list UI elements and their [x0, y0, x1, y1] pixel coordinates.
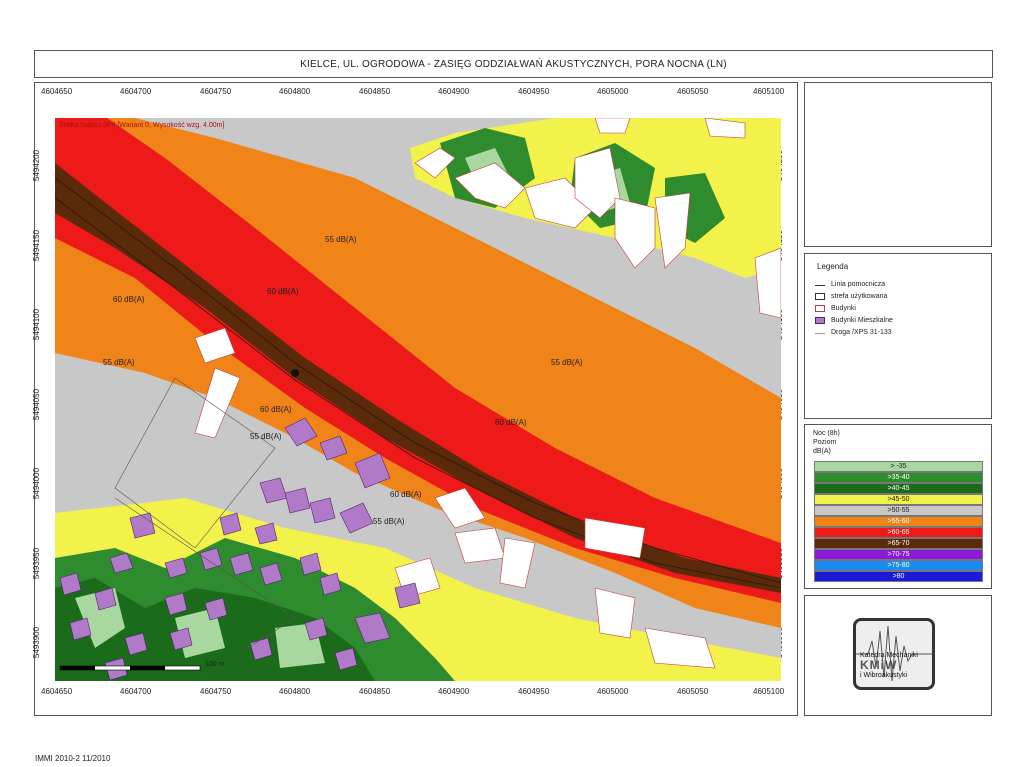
- legend-item: Budynki Mieszkalne: [815, 315, 991, 325]
- x-tick: 4604900: [438, 87, 470, 96]
- noise-map: [55, 118, 781, 681]
- x-tick: 4605000: [597, 687, 629, 696]
- legend-label: Linia pomocnicza: [831, 280, 886, 288]
- contour-label: 55 dB(A): [551, 358, 583, 367]
- x-tick: 4604850: [359, 87, 391, 96]
- x-tick: 4604900: [438, 687, 470, 696]
- legend-item: Budynki: [815, 303, 991, 313]
- scale-row: >45-50: [814, 494, 983, 505]
- y-tick: 5493900: [32, 626, 42, 659]
- scale-bar: [59, 665, 201, 671]
- road-icon: [815, 330, 825, 334]
- scale-row: >80: [814, 571, 983, 582]
- y-tick: 5494000: [32, 467, 42, 500]
- legend-label: strefa użytkowana: [831, 292, 888, 300]
- legend-panel: Legenda Linia pomocnicza strefa użytkowa…: [804, 253, 992, 419]
- receiver-point: [291, 369, 299, 377]
- contour-label: 55 dB(A): [250, 432, 282, 441]
- x-tick: 4605100: [753, 87, 785, 96]
- x-tick: 4604700: [120, 687, 152, 696]
- x-tick: 4605000: [597, 87, 629, 96]
- x-tick: 4604650: [41, 87, 73, 96]
- map-header-text: Siatka hałasu (8h) [Wariant 0, Wysokość …: [59, 122, 225, 129]
- legend-item: strefa użytkowana: [815, 291, 991, 301]
- kmiw-logo: Katedra Mechaniki KMiW i Wibroakustyki: [853, 618, 935, 690]
- map-frame: 4604650 4604700 4604750 4604800 4604850 …: [32, 82, 798, 716]
- scale-row: >40-45: [814, 483, 983, 494]
- scale-row: >55-60: [814, 516, 983, 527]
- contour-label: 60 dB(A): [390, 490, 422, 499]
- contour-label: 60 dB(A): [113, 295, 145, 304]
- contour-label: 60 dB(A): [495, 418, 527, 427]
- zone-icon: [815, 292, 825, 300]
- map-title: KIELCE, UL. OGRODOWA - ZASIĘG ODDZIAŁWAŃ…: [34, 50, 993, 78]
- y-tick: 5494150: [32, 229, 42, 262]
- legend-title: Legenda: [817, 262, 849, 271]
- scale-row: >60-65: [814, 527, 983, 538]
- noise-scale-panel: Noc (8h) Poziom dB(A) > -35 >35-40 >40-45 >…: [804, 424, 992, 589]
- x-tick: 4604800: [279, 87, 311, 96]
- y-tick: 5494100: [32, 308, 42, 341]
- scale-row: >75-80: [814, 560, 983, 571]
- scale-row: >70-75: [814, 549, 983, 560]
- x-tick: 4605050: [677, 87, 709, 96]
- logo-mark: KMiW: [860, 658, 898, 672]
- footer-text: IMMI 2010-2 11/2010: [35, 754, 111, 763]
- contour-label: 55 dB(A): [373, 517, 405, 526]
- scale-row: >35-40: [814, 472, 983, 483]
- x-tick: 4604950: [518, 87, 550, 96]
- contour-label: 55 dB(A): [103, 358, 135, 367]
- x-tick: 4604850: [359, 687, 391, 696]
- logo-line2: i Wibroakustyki: [860, 672, 908, 679]
- y-tick: 5494200: [32, 149, 42, 182]
- legend-item: Linia pomocnicza: [815, 279, 991, 289]
- scale-title: Poziom: [813, 439, 837, 446]
- x-tick: 4604950: [518, 687, 550, 696]
- scale-title: Noc (8h): [813, 430, 840, 437]
- contour-label: 55 dB(A): [325, 235, 357, 244]
- x-tick: 4604750: [200, 87, 232, 96]
- legend-item: Droga /XPS 31-133: [815, 327, 991, 337]
- x-tick: 4604800: [279, 687, 311, 696]
- scale-row: > -35: [814, 461, 983, 472]
- building-icon: [815, 304, 825, 312]
- scale-title: dB(A): [813, 448, 831, 455]
- y-tick: 5494050: [32, 388, 42, 421]
- legend-label: Budynki: [831, 304, 856, 312]
- scale-row: >50-55: [814, 505, 983, 516]
- residential-icon: [815, 316, 825, 324]
- scale-label: 100 m: [205, 661, 225, 668]
- x-tick: 4604700: [120, 87, 152, 96]
- contour-label: 60 dB(A): [260, 405, 292, 414]
- x-tick: 4604750: [200, 687, 232, 696]
- y-tick: 5493950: [32, 547, 42, 580]
- x-tick: 4605050: [677, 687, 709, 696]
- legend-label: Droga /XPS 31-133: [831, 328, 892, 336]
- legend-label: Budynki Mieszkalne: [831, 316, 893, 324]
- contour-label: 60 dB(A): [267, 287, 299, 296]
- line-icon: [815, 282, 825, 286]
- empty-panel: [804, 82, 992, 247]
- x-tick: 4604650: [41, 687, 73, 696]
- logo-panel: Katedra Mechaniki KMiW i Wibroakustyki: [804, 595, 992, 716]
- x-tick: 4605100: [753, 687, 785, 696]
- scale-row: >65-70: [814, 538, 983, 549]
